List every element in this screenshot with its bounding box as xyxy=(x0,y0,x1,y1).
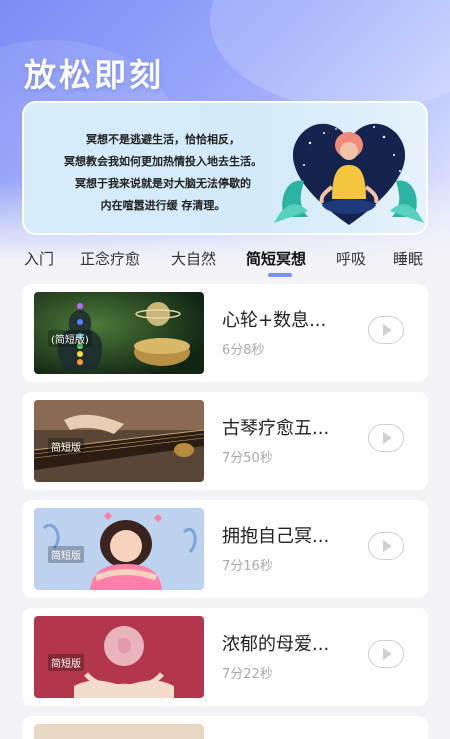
tab-mindfulness-healing[interactable]: 正念疗愈 xyxy=(80,248,140,269)
page-title: 放松即刻 xyxy=(24,56,165,94)
short-version-badge: 简短版 xyxy=(48,654,84,671)
item-duration: 6分8秒 xyxy=(222,343,265,358)
banner-quote-line: 内在喧嚣进行缓 存清理。 xyxy=(100,199,226,212)
play-icon[interactable] xyxy=(368,640,404,668)
short-version-badge: 简短版 xyxy=(48,438,84,455)
item-duration: 7分16秒 xyxy=(222,559,273,574)
active-tab-indicator xyxy=(268,273,292,277)
item-title: 心轮+数息... xyxy=(222,310,327,331)
play-icon[interactable] xyxy=(368,532,404,560)
banner-quote-line: 冥想不是逃避生活，恰恰相反， xyxy=(86,133,240,146)
thumbnail-self-hug: 简短版 xyxy=(34,508,204,590)
play-icon[interactable] xyxy=(368,316,404,344)
item-title: 古琴疗愈五... xyxy=(222,418,330,439)
meditation-illustration xyxy=(274,123,424,225)
list-item[interactable]: (简短版) 心轮+数息... 6分8秒 xyxy=(22,284,428,382)
item-title: 浓郁的母爱... xyxy=(222,634,330,655)
tab-sleep[interactable]: 睡眠 xyxy=(393,248,423,269)
tab-short-meditation[interactable]: 简短冥想 xyxy=(246,248,306,269)
thumbnail-guqin: 简短版 xyxy=(34,400,204,482)
short-version-badge: (简短版) xyxy=(48,330,92,347)
thumbnail-partial xyxy=(34,724,204,739)
banner-quote: 冥想不是逃避生活，恰恰相反， 冥想教会我如何更加热情投入地去生活。 冥想于我来说… xyxy=(32,129,294,217)
short-version-badge: 简短版 xyxy=(48,546,84,563)
meditation-quote-banner[interactable]: 冥想不是逃避生活，恰恰相反， 冥想教会我如何更加热情投入地去生活。 冥想于我来说… xyxy=(22,101,428,235)
list-item[interactable]: 简短版 浓郁的母爱... 7分22秒 xyxy=(22,608,428,706)
item-duration: 7分50秒 xyxy=(222,451,273,466)
item-title: 拥抱自己冥... xyxy=(222,526,330,547)
banner-quote-line: 冥想教会我如何更加热情投入地去生活。 xyxy=(64,155,262,168)
banner-quote-line: 冥想于我来说就是对大脑无法停歇的 xyxy=(75,177,251,190)
tab-breathing[interactable]: 呼吸 xyxy=(336,248,366,269)
category-tabs: 入门 正念疗愈 大自然 简短冥想 呼吸 睡眠 xyxy=(0,240,450,280)
item-duration: 7分22秒 xyxy=(222,667,273,682)
thumbnail-chakra-meditation: (简短版) xyxy=(34,292,204,374)
play-icon[interactable] xyxy=(368,424,404,452)
tab-nature[interactable]: 大自然 xyxy=(171,248,216,269)
header-decoration xyxy=(210,0,450,110)
list-item[interactable]: 简短版 拥抱自己冥... 7分16秒 xyxy=(22,500,428,598)
list-item[interactable] xyxy=(22,716,428,739)
tab-intro[interactable]: 入门 xyxy=(24,248,54,269)
list-item[interactable]: 简短版 古琴疗愈五... 7分50秒 xyxy=(22,392,428,490)
thumbnail-motherly-love: 简短版 xyxy=(34,616,204,698)
